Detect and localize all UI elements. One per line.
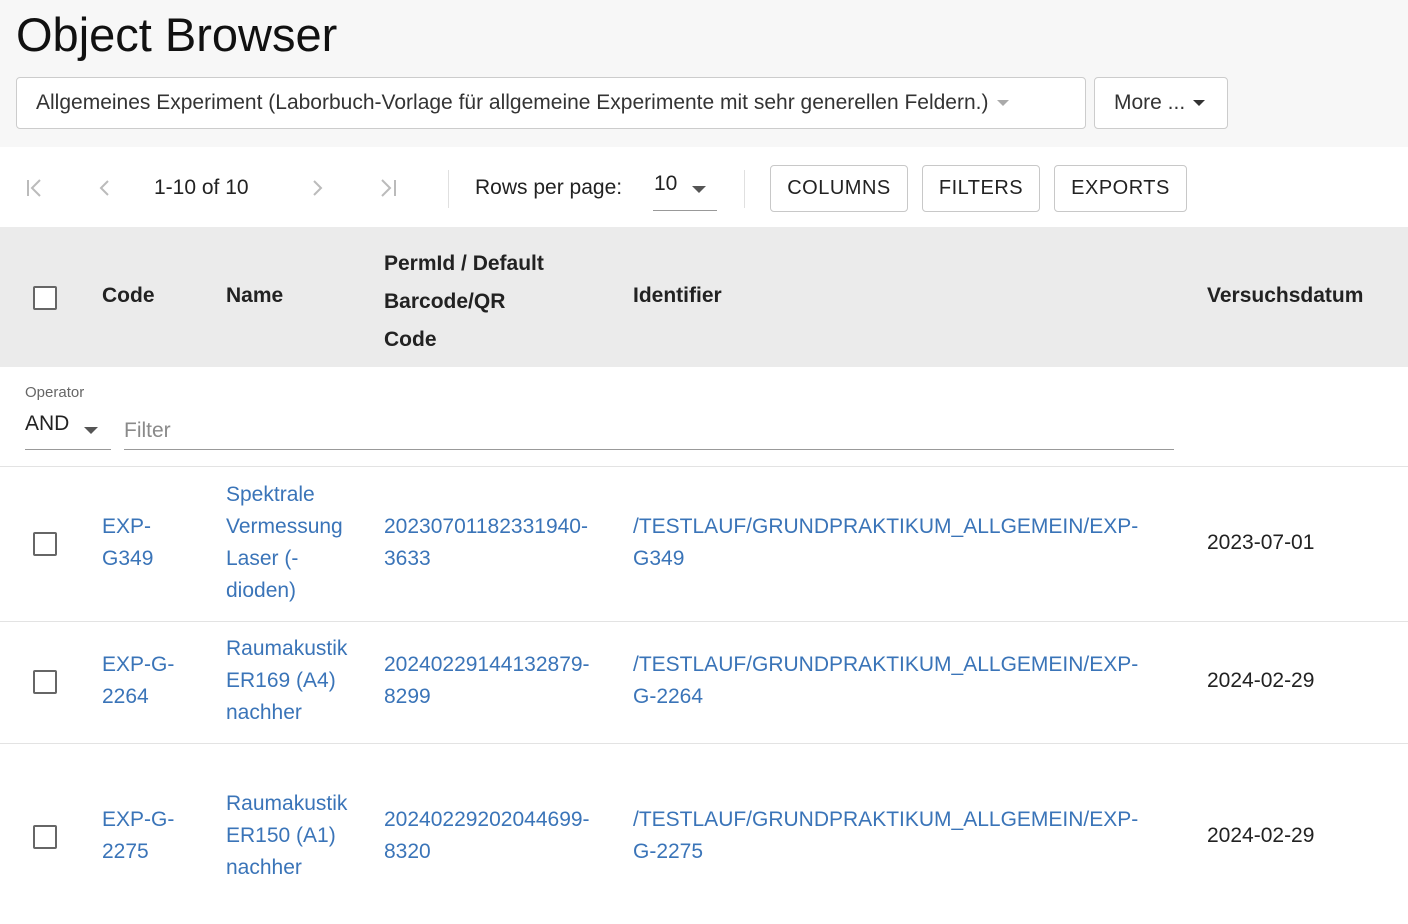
row-code-line: EXP-	[102, 515, 152, 538]
row-identifier-line: G349	[633, 547, 685, 570]
filter-input[interactable]	[124, 412, 1174, 450]
row-checkbox[interactable]	[33, 670, 57, 694]
row-name-line: nachher	[226, 856, 302, 879]
operator-label: Operator	[25, 384, 85, 401]
operator-value: AND	[25, 412, 70, 435]
row-identifier-link[interactable]: /TESTLAUF/GRUNDPRAKTIKUM_ALLGEMEIN/EXP- …	[633, 804, 1138, 868]
row-permid-line: 8299	[384, 685, 431, 708]
row-identifier-line: G-2275	[633, 840, 704, 863]
column-header-code[interactable]: Code	[102, 284, 155, 308]
columns-button[interactable]: COLUMNS	[770, 165, 908, 212]
column-header-name[interactable]: Name	[226, 284, 283, 308]
prev-page-icon[interactable]	[94, 176, 116, 200]
toolbar-divider	[744, 170, 745, 208]
last-page-icon[interactable]	[377, 176, 399, 200]
row-date: 2023-07-01	[1207, 531, 1315, 554]
row-name-link[interactable]: Raumakustik ER150 (A1) nachher	[226, 788, 347, 884]
first-page-icon[interactable]	[24, 176, 46, 200]
column-header-permid-line: Code	[384, 328, 437, 351]
column-header-versuchsdatum[interactable]: Versuchsdatum	[1207, 284, 1363, 308]
caret-down-icon	[692, 186, 706, 193]
row-code-line: 2264	[102, 685, 149, 708]
row-permid-line: 3633	[384, 547, 431, 570]
row-identifier-line: /TESTLAUF/GRUNDPRAKTIKUM_ALLGEMEIN/EXP-	[633, 515, 1139, 538]
row-name-line: ER169 (A4)	[226, 669, 336, 692]
row-name-link[interactable]: Spektrale Vermessung Laser (- dioden)	[226, 479, 343, 607]
rows-per-page-value: 10	[654, 172, 678, 195]
exports-button[interactable]: EXPORTS	[1054, 165, 1187, 212]
pagination-range: 1-10 of 10	[154, 176, 249, 199]
page-title: Object Browser	[16, 8, 338, 61]
row-date: 2024-02-29	[1207, 669, 1315, 692]
row-permid-link[interactable]: 20240229202044699- 8320	[384, 804, 590, 868]
header-area: Object Browser Allgemeines Experiment (L…	[0, 0, 1408, 147]
table-row[interactable]: EXP-G- 2275 Raumakustik ER150 (A1) nachh…	[0, 744, 1408, 924]
filters-button[interactable]: FILTERS	[922, 165, 1040, 212]
toolbar-divider	[448, 170, 449, 208]
column-header-permid[interactable]: PermId / Default Barcode/QR Code	[384, 245, 544, 359]
next-page-icon[interactable]	[306, 176, 328, 200]
caret-down-icon	[1193, 100, 1206, 106]
caret-down-icon	[84, 427, 98, 434]
row-identifier-line: /TESTLAUF/GRUNDPRAKTIKUM_ALLGEMEIN/EXP-	[633, 653, 1139, 676]
more-label: More ...	[1114, 91, 1186, 114]
select-all-checkbox[interactable]	[33, 286, 57, 310]
row-code-link[interactable]: EXP-G- 2264	[102, 649, 174, 713]
table-row[interactable]: EXP-G- 2264 Raumakustik ER169 (A4) nachh…	[0, 622, 1408, 744]
row-permid-line: 20240229144132879-	[384, 653, 590, 676]
column-header-permid-line: Barcode/QR	[384, 290, 506, 313]
row-code-link[interactable]: EXP-G- 2275	[102, 804, 174, 868]
filter-row: Operator AND	[0, 368, 1408, 467]
operator-select[interactable]: AND	[25, 410, 111, 450]
table-row[interactable]: EXP- G349 Spektrale Vermessung Laser (- …	[0, 467, 1408, 622]
row-name-line: Spektrale	[226, 483, 315, 506]
row-permid-line: 8320	[384, 840, 431, 863]
row-permid-line: 20240229202044699-	[384, 808, 590, 831]
row-permid-line: 20230701182331940-	[384, 515, 588, 538]
row-code-line: EXP-G-	[102, 808, 175, 831]
table-header: Code Name PermId / Default Barcode/QR Co…	[0, 227, 1408, 367]
row-date: 2024-02-29	[1207, 824, 1315, 847]
caret-down-icon	[996, 100, 1009, 106]
rows-per-page-label: Rows per page:	[475, 176, 623, 199]
rows-per-page-select[interactable]: 10	[653, 170, 717, 211]
column-header-identifier[interactable]: Identifier	[633, 284, 722, 308]
row-name-line: ER150 (A1)	[226, 824, 336, 847]
row-name-line: nachher	[226, 701, 302, 724]
row-identifier-line: /TESTLAUF/GRUNDPRAKTIKUM_ALLGEMEIN/EXP-	[633, 808, 1139, 831]
row-name-line: Raumakustik	[226, 637, 348, 660]
column-header-permid-line: PermId / Default	[384, 252, 544, 275]
more-dropdown-button[interactable]: More ...	[1094, 77, 1228, 129]
row-name-link[interactable]: Raumakustik ER169 (A4) nachher	[226, 633, 347, 729]
row-name-line: Vermessung	[226, 515, 343, 538]
row-permid-link[interactable]: 20230701182331940- 3633	[384, 511, 588, 575]
template-select[interactable]: Allgemeines Experiment (Laborbuch-Vorlag…	[16, 77, 1086, 129]
template-select-value: Allgemeines Experiment (Laborbuch-Vorlag…	[36, 91, 989, 114]
row-name-line: Raumakustik	[226, 792, 348, 815]
row-code-line: EXP-G-	[102, 653, 175, 676]
row-checkbox[interactable]	[33, 532, 57, 556]
row-identifier-line: G-2264	[633, 685, 704, 708]
row-name-line: Laser (-	[226, 547, 299, 570]
row-name-line: dioden)	[226, 579, 297, 602]
row-checkbox[interactable]	[33, 825, 57, 849]
row-permid-link[interactable]: 20240229144132879- 8299	[384, 649, 590, 713]
row-code-link[interactable]: EXP- G349	[102, 511, 153, 575]
row-code-line: G349	[102, 547, 154, 570]
row-identifier-link[interactable]: /TESTLAUF/GRUNDPRAKTIKUM_ALLGEMEIN/EXP- …	[633, 649, 1138, 713]
row-code-line: 2275	[102, 840, 149, 863]
row-identifier-link[interactable]: /TESTLAUF/GRUNDPRAKTIKUM_ALLGEMEIN/EXP- …	[633, 511, 1138, 575]
